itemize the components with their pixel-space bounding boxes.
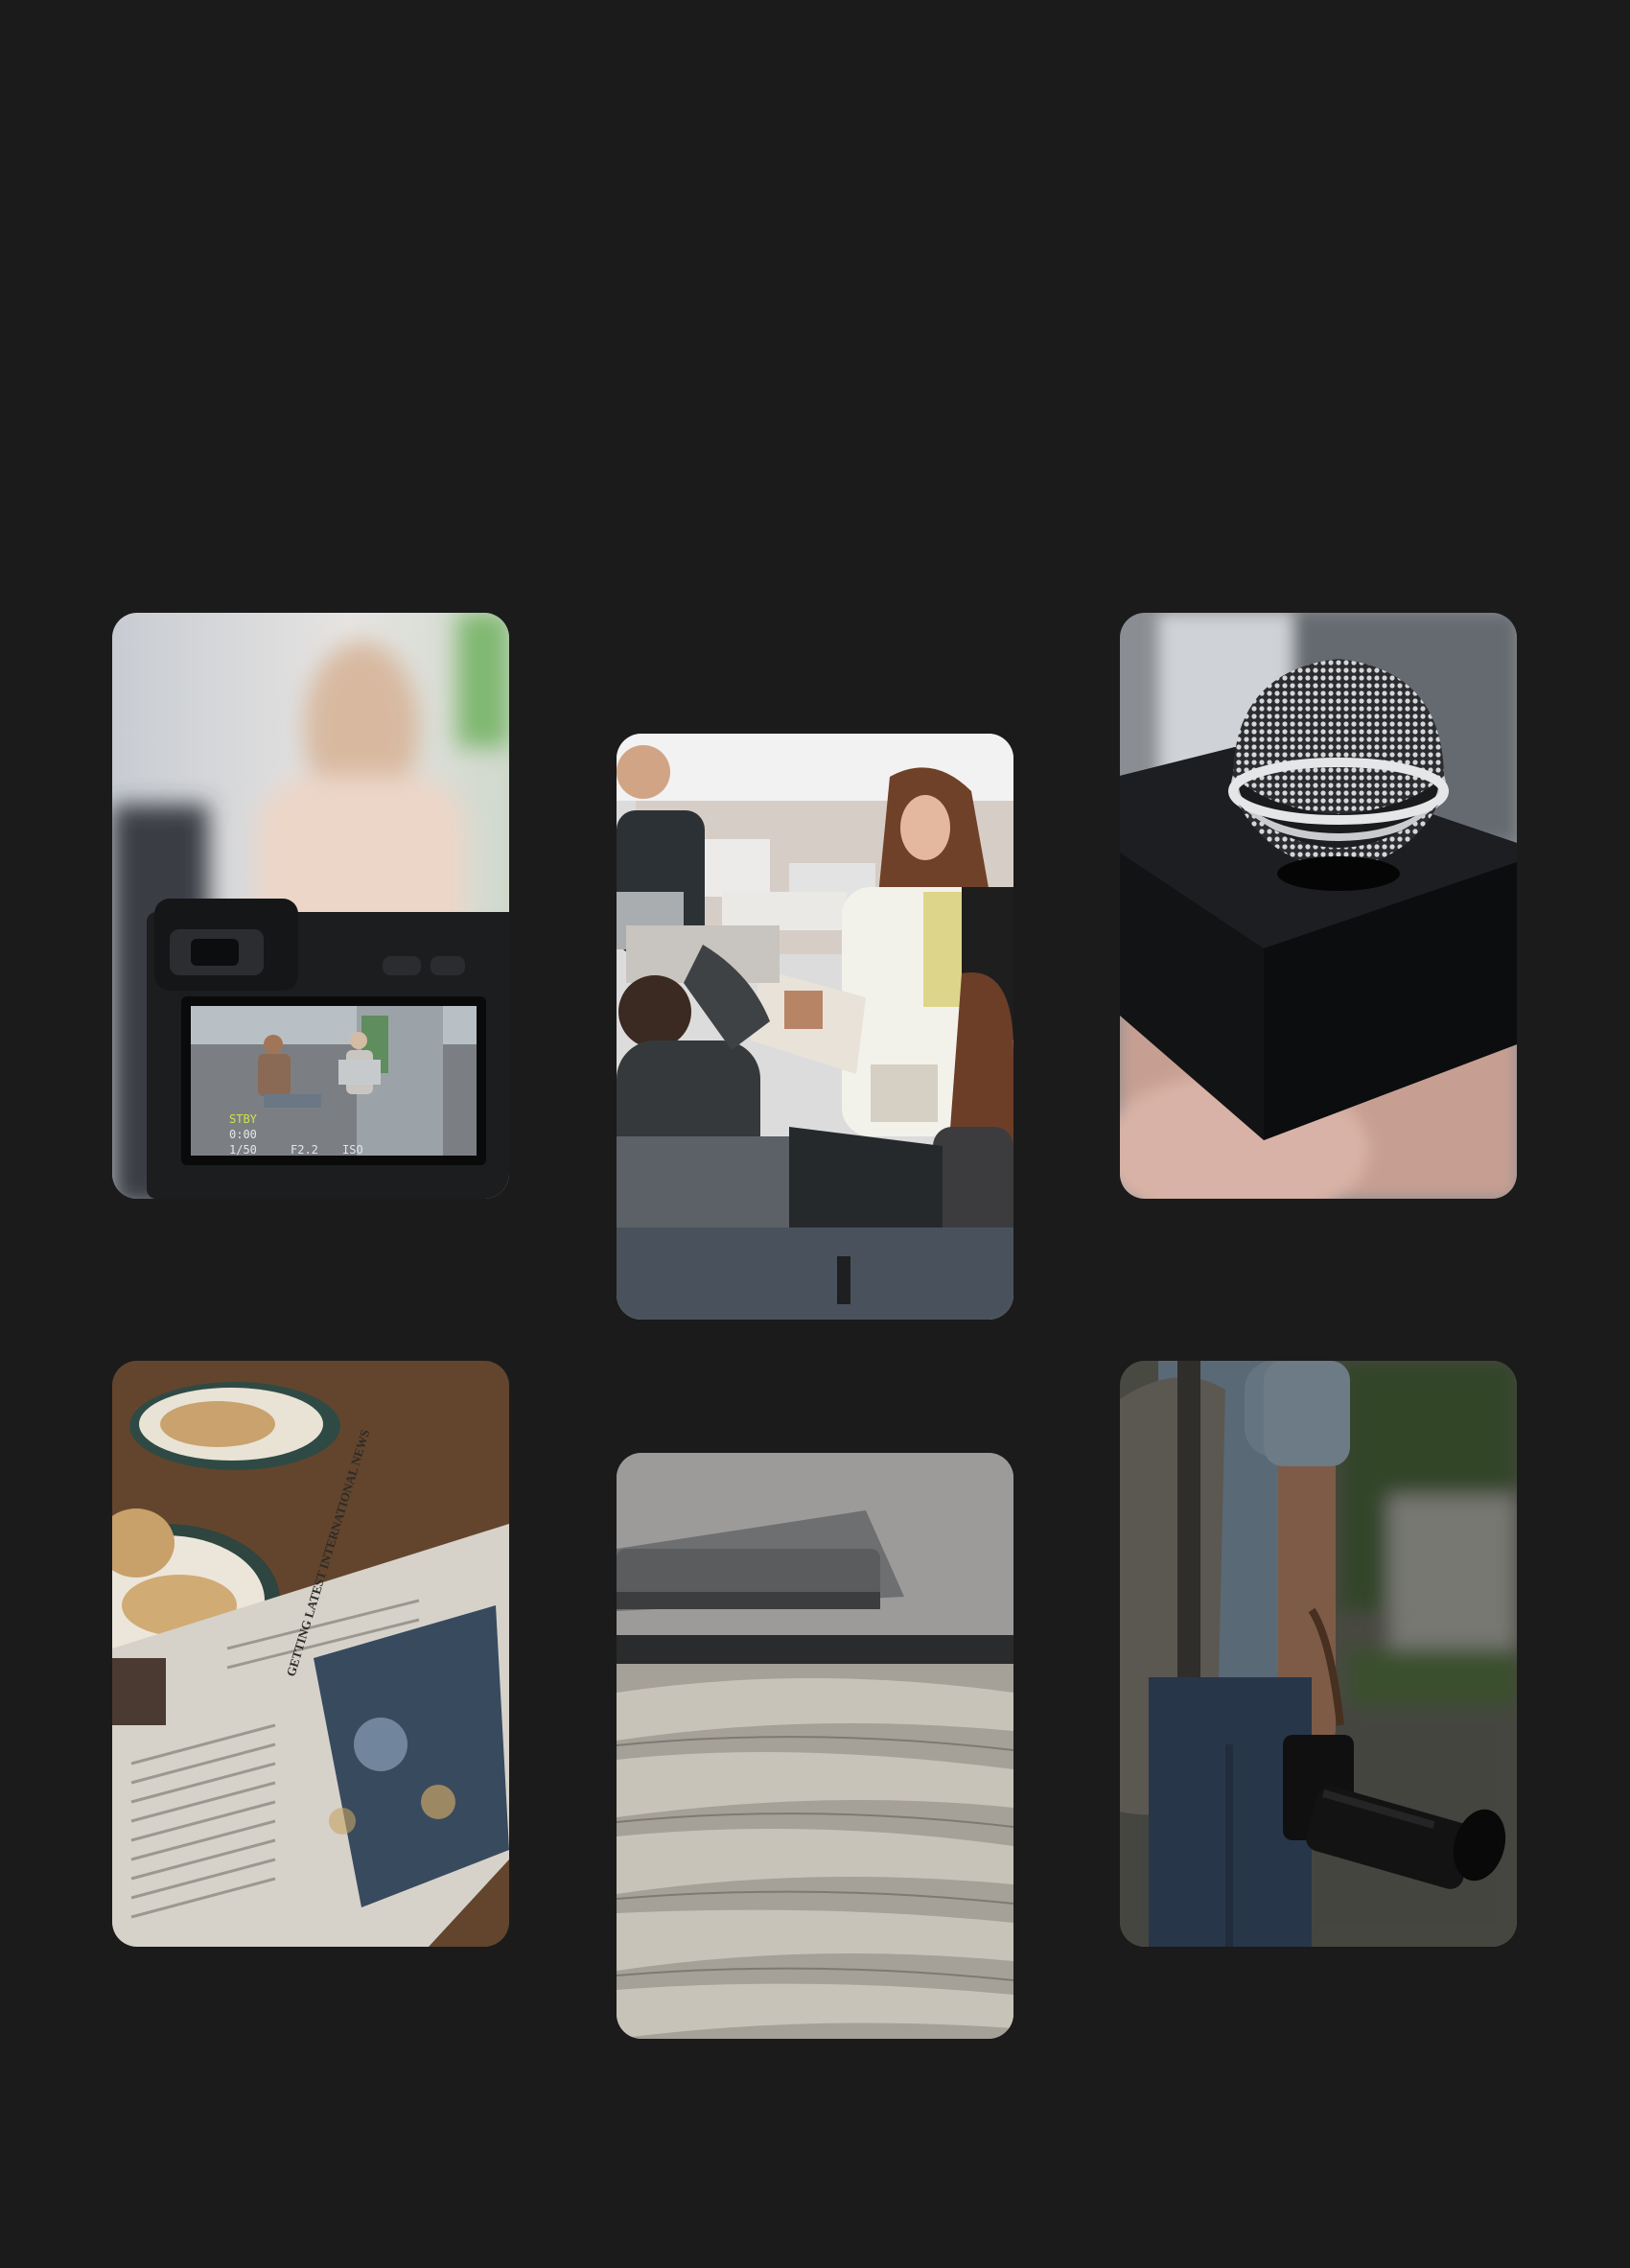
viewfinder-iso: ISO bbox=[342, 1143, 363, 1157]
newspaper-breakfast-photo: GETTING LATEST INTERNATIONAL NEWS bbox=[112, 1361, 509, 1947]
image-gallery: STBY 0:00 1/50 F2.2 ISO GETTING LATEST I… bbox=[0, 0, 1630, 2268]
viewfinder-aperture: F2.2 bbox=[291, 1143, 318, 1157]
camera-photo: STBY 0:00 1/50 F2.2 ISO bbox=[112, 613, 509, 1199]
photo-card-photographer[interactable] bbox=[1120, 1361, 1517, 1947]
photo-card-newsroom[interactable] bbox=[617, 734, 1013, 1320]
photographer-photo bbox=[1120, 1361, 1517, 1947]
photo-card-newspaper-breakfast[interactable]: GETTING LATEST INTERNATIONAL NEWS bbox=[112, 1361, 509, 1947]
photo-card-microphone[interactable] bbox=[1120, 613, 1517, 1199]
newsroom-photo bbox=[617, 734, 1013, 1320]
photo-card-newspaper-stack[interactable] bbox=[617, 1453, 1013, 2039]
viewfinder-mode: STBY bbox=[229, 1112, 258, 1126]
newspaper-stack-photo bbox=[617, 1453, 1013, 2039]
microphone-photo bbox=[1120, 613, 1517, 1199]
viewfinder-time: 0:00 bbox=[229, 1128, 257, 1141]
photo-card-camera[interactable]: STBY 0:00 1/50 F2.2 ISO bbox=[112, 613, 509, 1199]
viewfinder-shutter: 1/50 bbox=[229, 1143, 257, 1157]
